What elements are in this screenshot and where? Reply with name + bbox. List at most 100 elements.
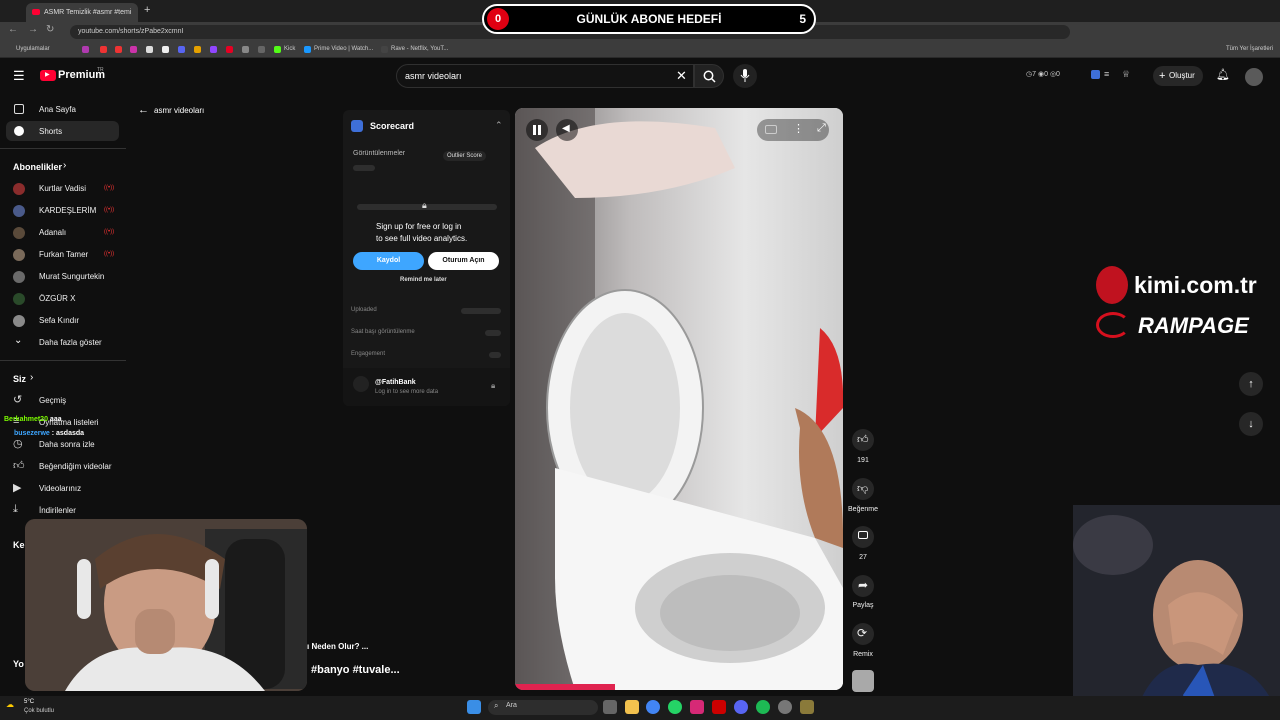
bookmark-rave[interactable]: Rave - Netflix, YouT...	[391, 46, 448, 52]
signup-button[interactable]: Kaydol	[353, 252, 424, 270]
kick-icon	[274, 46, 281, 53]
chevron-right-icon[interactable]: ›	[63, 160, 66, 171]
app-icon[interactable]	[800, 700, 814, 714]
search-button[interactable]	[694, 64, 724, 88]
more-options-icon[interactable]: ⋮	[793, 122, 804, 135]
task-view-icon[interactable]	[603, 700, 617, 714]
remix-button[interactable]: ⟳	[852, 623, 874, 645]
sidebar-item-sub[interactable]: Murat Sungurtekin	[39, 272, 104, 281]
next-short-button[interactable]: ↓	[1239, 412, 1263, 436]
bookmark-icon[interactable]	[226, 46, 233, 53]
sidebar-item-your-videos[interactable]: Videolarınız	[39, 484, 81, 493]
voice-search-button[interactable]	[733, 64, 757, 88]
like-button[interactable]: 👍︎	[852, 429, 874, 451]
back-arrow-icon[interactable]: ←	[138, 104, 149, 116]
remind-later-link[interactable]: Remind me later	[400, 277, 447, 283]
blurred-value	[489, 352, 501, 358]
discord-icon[interactable]	[734, 700, 748, 714]
settings-gear-icon[interactable]	[778, 700, 792, 714]
channel-handle[interactable]: @FatihBank	[375, 379, 416, 386]
trophy-icon[interactable]: ♕	[1122, 69, 1130, 80]
bookmark-icon[interactable]	[82, 46, 89, 53]
bookmark-icon[interactable]	[115, 46, 122, 53]
chevron-right-icon[interactable]: ›	[30, 372, 33, 383]
sidebar-item-history[interactable]: Geçmiş	[39, 396, 66, 405]
pause-icon	[538, 125, 541, 135]
sidebar-item-downloads[interactable]: İndirilenler	[39, 506, 76, 515]
sidebar-item-sub[interactable]: Furkan Tamer	[39, 250, 88, 259]
bookmark-icon[interactable]	[100, 46, 107, 53]
volume-button[interactable]: ◀	[556, 119, 578, 141]
show-more-button[interactable]: Daha fazla göster	[39, 338, 102, 347]
browser-tab[interactable]: ASMR Temizlik #asmr #temi	[26, 3, 138, 22]
views-label: Görüntülenmeler	[353, 150, 406, 157]
sidebar-item-sub[interactable]: Sefa Kındır	[39, 316, 79, 325]
extension-icon[interactable]	[1091, 70, 1100, 79]
previous-short-button[interactable]: ↑	[1239, 372, 1263, 396]
list-icon[interactable]: ≡	[1104, 69, 1109, 79]
kimi-fox-logo-icon	[1096, 266, 1128, 304]
bookmark-icon[interactable]	[162, 46, 169, 53]
new-tab-icon[interactable]: +	[144, 4, 150, 16]
forward-arrow-icon[interactable]: →	[28, 24, 38, 35]
bookmark-icon[interactable]	[178, 46, 185, 53]
instagram-icon[interactable]	[690, 700, 704, 714]
bookmark-icon[interactable]	[194, 46, 201, 53]
sidebar-item-sub[interactable]: Kurtlar Vadisi	[39, 184, 86, 193]
comment-count: 27	[859, 554, 867, 561]
short-video-player[interactable]: ◀ ⋮ ⤢	[515, 108, 843, 690]
hamburger-menu-icon[interactable]: ☰	[13, 68, 25, 84]
comments-button[interactable]	[852, 526, 874, 548]
video-title-line2[interactable]: #banyo #tuvale...	[311, 664, 400, 676]
outlier-score-label[interactable]: Outlier Score	[443, 151, 487, 161]
bookmark-icon[interactable]	[242, 46, 249, 53]
taskbar-search[interactable]: ⌕ Ara	[488, 700, 598, 715]
back-arrow-icon[interactable]: ←	[8, 24, 18, 35]
file-explorer-icon[interactable]	[625, 700, 639, 714]
share-button[interactable]: ➦	[852, 575, 874, 597]
sidebar-item-watch-later[interactable]: Daha sonra izle	[39, 440, 95, 449]
sidebar-item-liked[interactable]: Beğendiğim videolar	[39, 462, 112, 471]
sidebar-item-sub[interactable]: ÖZGÜR X	[39, 294, 75, 303]
bookmark-prime[interactable]: Prime Video | Watch...	[314, 46, 373, 52]
login-button[interactable]: Oturum Açın	[428, 252, 499, 270]
chat-message: Berkahmet20 aaa	[4, 416, 62, 423]
windows-start-icon[interactable]	[467, 700, 481, 714]
clear-search-icon[interactable]: ✕	[676, 68, 687, 84]
you-header[interactable]: Siz	[13, 374, 26, 384]
uploaded-label: Uploaded	[351, 307, 377, 313]
audio-thumbnail[interactable]	[852, 670, 874, 692]
bookmark-apps[interactable]: Uygulamalar	[16, 46, 50, 52]
captions-icon[interactable]	[765, 125, 777, 134]
spotify-icon[interactable]	[756, 700, 770, 714]
subscriptions-header[interactable]: Abonelikler	[13, 162, 62, 172]
chrome-icon[interactable]	[646, 700, 660, 714]
create-button[interactable]: + Oluştur	[1153, 66, 1203, 86]
notifications-bell-icon[interactable]: 🔔︎	[1216, 68, 1230, 81]
search-input[interactable]: asmr videoları	[396, 64, 694, 88]
reload-icon[interactable]: ↻	[46, 24, 54, 35]
sidebar-item-shorts[interactable]: Shorts	[39, 127, 62, 136]
share-label: Paylaş	[852, 602, 874, 609]
bookmark-kick[interactable]: Kick	[284, 46, 295, 52]
bookmark-icon[interactable]	[258, 46, 265, 53]
bookmark-all[interactable]: Tüm Yer İşaretleri	[1226, 46, 1273, 52]
pause-button[interactable]	[526, 119, 548, 141]
bookmark-icon[interactable]	[130, 46, 137, 53]
sidebar-item-sub[interactable]: Adanalı	[39, 228, 66, 237]
collapse-icon[interactable]: ⌃	[495, 120, 503, 131]
live-indicator-icon: ((•))	[104, 251, 115, 257]
dislike-button[interactable]: 👎︎	[852, 478, 874, 500]
bookmark-icon[interactable]	[210, 46, 217, 53]
record-app-icon[interactable]	[712, 700, 726, 714]
rampage-logo-icon	[1096, 312, 1130, 338]
back-label[interactable]: asmr videoları	[154, 106, 204, 115]
shorts-icon	[14, 126, 24, 136]
whatsapp-icon[interactable]	[668, 700, 682, 714]
reaction-frame	[1073, 505, 1280, 720]
sidebar-item-sub[interactable]: KARDEŞLERİM	[39, 206, 96, 215]
sidebar-item-home[interactable]: Ana Sayfa	[39, 105, 76, 114]
fullscreen-icon[interactable]: ⤢	[817, 122, 826, 135]
avatar[interactable]	[1245, 68, 1263, 86]
bookmark-icon[interactable]	[146, 46, 153, 53]
